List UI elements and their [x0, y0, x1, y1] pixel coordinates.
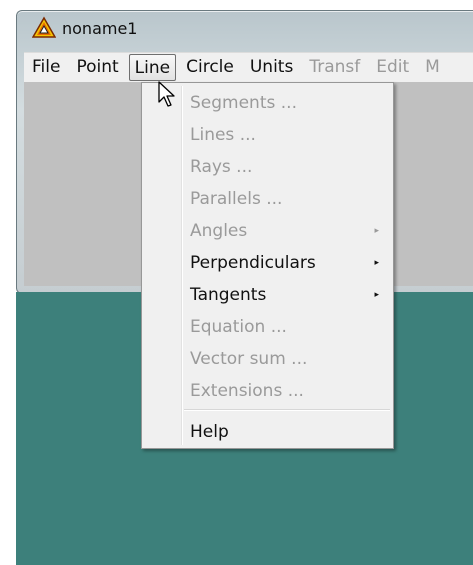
menu-item-parallels[interactable]: Parallels ... [190, 184, 385, 214]
menu-units[interactable]: Units [242, 54, 301, 81]
window-title: noname1 [62, 18, 138, 38]
submenu-arrow-icon: ▸ [374, 226, 379, 236]
menu-item-label: Help [190, 422, 229, 442]
mouse-pointer-icon [158, 81, 175, 107]
menu-item-equation[interactable]: Equation ... [190, 312, 385, 342]
menu-m-truncated[interactable]: M [417, 54, 448, 81]
menu-icon-gutter [181, 86, 183, 445]
menu-item-label: Rays ... [190, 157, 253, 177]
menu-item-label: Perpendiculars [190, 253, 316, 273]
menu-bar: File Point Line Circle Units Transf Edit… [24, 52, 473, 83]
triangle-app-icon [32, 16, 56, 38]
menu-item-perpendiculars[interactable]: Perpendiculars ▸ [190, 248, 385, 278]
menu-line[interactable]: Line [128, 54, 177, 81]
menu-item-label: Angles [190, 221, 248, 241]
menu-item-label: Lines ... [190, 125, 256, 145]
menu-separator [184, 409, 390, 411]
menu-item-lines[interactable]: Lines ... [190, 120, 385, 150]
menu-transf[interactable]: Transf [301, 54, 368, 81]
menu-point[interactable]: Point [68, 54, 126, 81]
menu-item-label: Equation ... [190, 317, 287, 337]
menu-item-tangents[interactable]: Tangents ▸ [190, 280, 385, 310]
submenu-arrow-icon: ▸ [374, 290, 379, 300]
submenu-arrow-icon: ▸ [374, 258, 379, 268]
menu-item-label: Parallels ... [190, 189, 283, 209]
menu-item-rays[interactable]: Rays ... [190, 152, 385, 182]
line-dropdown-menu: Segments ... Lines ... Rays ... Parallel… [141, 82, 394, 449]
title-bar[interactable]: noname1 [16, 10, 473, 46]
menu-item-label: Extensions ... [190, 381, 304, 401]
menu-item-vector-sum[interactable]: Vector sum ... [190, 344, 385, 374]
menu-edit[interactable]: Edit [368, 54, 417, 81]
menu-item-help[interactable]: Help [190, 417, 385, 447]
menu-item-label: Segments ... [190, 93, 297, 113]
menu-item-label: Vector sum ... [190, 349, 308, 369]
menu-item-label: Tangents [190, 285, 267, 305]
menu-circle[interactable]: Circle [178, 54, 242, 81]
menu-item-angles[interactable]: Angles ▸ [190, 216, 385, 246]
menu-item-extensions[interactable]: Extensions ... [190, 376, 385, 406]
menu-item-segments[interactable]: Segments ... [190, 88, 385, 118]
menu-file[interactable]: File [24, 54, 68, 81]
